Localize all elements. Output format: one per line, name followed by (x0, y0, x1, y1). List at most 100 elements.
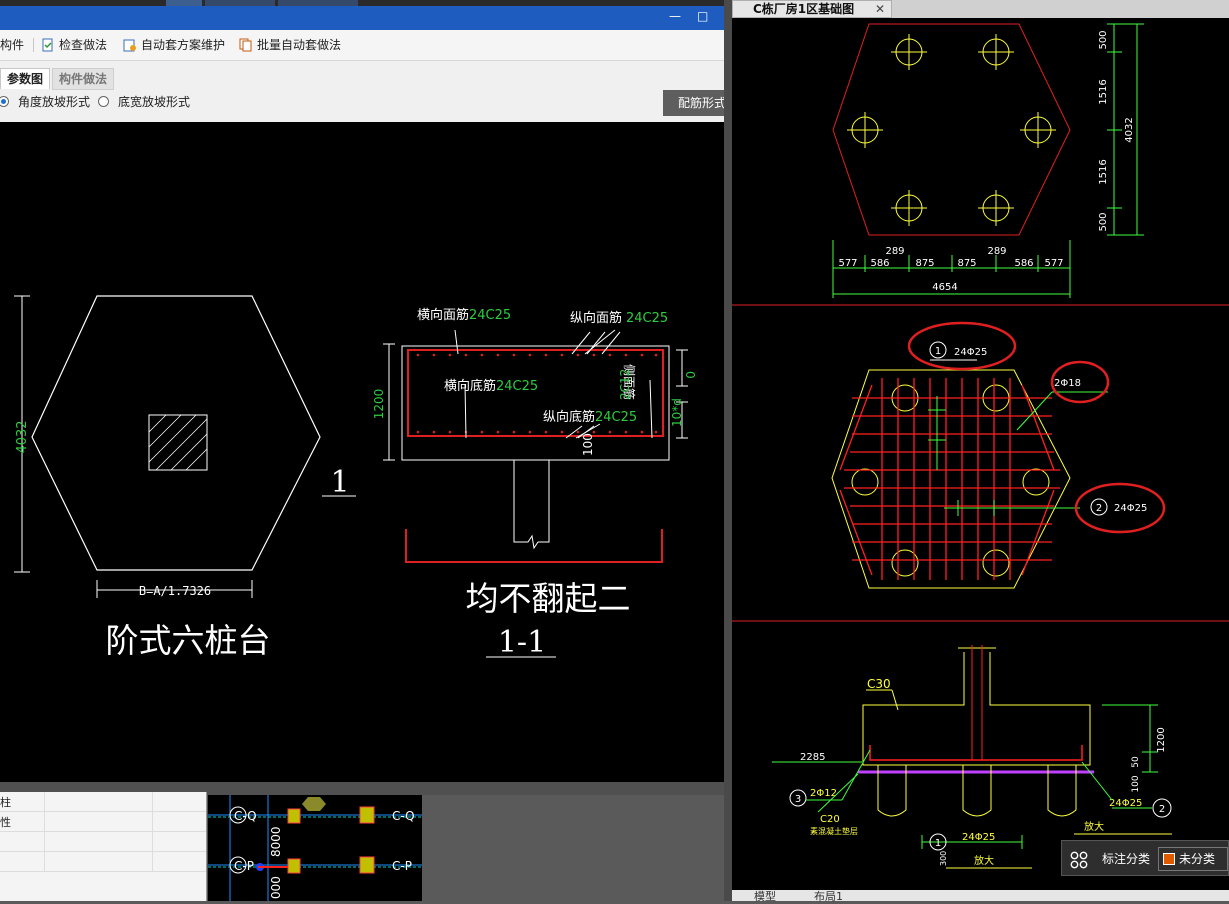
section-dim-height: 1200 (1156, 727, 1167, 752)
callout-ellipse (907, 321, 1017, 371)
check-method-label: 检查做法 (59, 38, 108, 52)
pile-symbols (847, 34, 1056, 226)
section-marker: 1 (330, 465, 349, 500)
tab-component-method[interactable]: 构件做法 (52, 68, 115, 90)
bottom-longitudinal-label: 纵向底筋24C25 (543, 409, 637, 425)
plan-dim-right: 1516 (1098, 159, 1109, 184)
axis-label: C-P (392, 859, 412, 873)
plan-dim-right: 500 (1098, 212, 1109, 231)
dialog-tabs: 参数图 构件做法 (0, 68, 724, 90)
minimize-icon[interactable]: — (669, 10, 681, 22)
auto-scheme-label: 自动套方案维护 (141, 38, 226, 52)
hexagon-cap-outline (31, 295, 321, 571)
callout-value: 24Φ25 (1109, 798, 1142, 809)
splitter[interactable] (724, 0, 732, 901)
annotation-category-select[interactable]: 未分类 (1158, 847, 1228, 871)
batch-auto-label: 批量自动套做法 (257, 38, 342, 52)
document-tab-title: C栋厂房1区基础图 (753, 2, 855, 16)
plan-dim-bottom: 586 (1014, 258, 1033, 269)
section-rebar (869, 745, 1083, 761)
annotation-label: 标注分类 (1102, 852, 1151, 866)
document-tab[interactable]: C栋厂房1区基础图 ✕ (732, 0, 892, 18)
width-slope-radio[interactable] (98, 96, 109, 107)
rebar-form-button[interactable]: 配筋形式 (663, 90, 724, 116)
figure-title: 阶式六桩台 (106, 621, 271, 660)
section-dim-100: 100 (1131, 775, 1141, 792)
check-method-button[interactable]: 检查做法 (41, 37, 107, 53)
pile-section (513, 460, 550, 550)
mini-cad-svg: C-Q C-Q C-P C-P 8000 000 (208, 795, 422, 901)
tab-layout1[interactable]: 布局1 (814, 888, 843, 904)
axis-label: C-Q (234, 809, 257, 823)
callout-value: 24Φ25 (962, 832, 995, 843)
tab-model[interactable]: 模型 (754, 888, 776, 904)
callout-value: 24Φ25 (954, 347, 987, 358)
callout-number: 2 (1159, 804, 1165, 815)
slope-options (0, 90, 724, 120)
maximize-icon[interactable]: □ (697, 10, 708, 22)
auto-scheme-button[interactable]: 自动套方案维护 (123, 37, 225, 53)
dialog-title-bar: — □ (0, 0, 724, 30)
callout-value: 24Φ25 (1114, 503, 1147, 514)
document-tab-bar (892, 0, 1229, 18)
top-transverse-label: 横向面筋24C25 (417, 307, 511, 323)
width-slope-label[interactable]: 底宽放坡形式 (118, 95, 190, 109)
batch-icon (239, 38, 252, 52)
callout-number: 3 (795, 794, 801, 805)
plan-dim-right: 500 (1098, 30, 1109, 49)
component-dialog: — □ 构件 检查做法 自动套方案维护 批量自动套做法 参数图 构件做法 角度放… (0, 0, 724, 782)
property-row[interactable] (0, 832, 206, 852)
close-icon[interactable]: ✕ (875, 2, 885, 17)
main-cad-viewport[interactable]: C-Q C-Q C-P C-P 8000 000 (208, 795, 422, 901)
detail-label: 放大 (974, 854, 994, 867)
side-rebar-value: 2Φ18 (1054, 378, 1081, 389)
property-row[interactable] (0, 852, 206, 872)
property-label: 性 (0, 816, 11, 829)
bedding-grade: C20 (820, 814, 840, 825)
plan-dim-bottom: 875 (957, 258, 976, 269)
main-app-right-area (422, 795, 724, 901)
dim-zero-text: 0 (683, 371, 697, 379)
dialog-toolbar: 构件 检查做法 自动套方案维护 批量自动套做法 (0, 30, 724, 61)
dim-100-text: 100 (581, 433, 595, 456)
property-row[interactable]: 性 (0, 812, 206, 832)
category-swatch (1163, 853, 1175, 865)
plan-dim-289: 289 (885, 246, 904, 257)
dim-width-text: B=A/1.7326 (139, 584, 211, 598)
foundation-drawing-svg: 500 1516 1516 500 4032 577 586 875 875 5… (732, 23, 1229, 869)
batch-auto-button[interactable]: 批量自动套做法 (239, 37, 341, 53)
plan-dim-total-height: 4032 (1124, 117, 1135, 142)
column-hatch (148, 414, 208, 471)
callout-number: 2 (1096, 503, 1102, 514)
param-figure-svg: 4032 B=A/1.7326 阶式六桩台 1 横向面筋24C25 纵向面筋 2… (14, 295, 697, 660)
property-row[interactable]: 柱 (0, 792, 206, 812)
concrete-grade: C30 (867, 677, 891, 691)
property-panel: 柱 性 (0, 792, 207, 901)
tab-param-figure[interactable]: 参数图 (0, 68, 51, 89)
section-title: 1-1 (498, 625, 546, 660)
grid-dim: 000 (269, 876, 283, 899)
dim-10d-text: 10*d (670, 398, 684, 427)
section-dim-50: 50 (1131, 756, 1141, 768)
toolbar-separator (33, 38, 34, 52)
no-bend-label: 均不翻起二 (466, 579, 631, 618)
drawing-viewer[interactable]: 500 1516 1516 500 4032 577 586 875 875 5… (732, 0, 1229, 901)
hex-cap-marker (302, 797, 326, 811)
ribbon-tab-ghost[interactable] (205, 0, 275, 6)
detail-label: 放大 (1084, 820, 1104, 833)
property-label: 柱 (0, 796, 11, 809)
ribbon-tab-ghost[interactable] (278, 0, 358, 6)
bottom-transverse-label: 横向底筋24C25 (444, 378, 538, 394)
component-button[interactable]: 构件 (0, 37, 24, 53)
callout-number: 1 (935, 838, 941, 849)
plan-dim-289: 289 (987, 246, 1006, 257)
scheme-icon (123, 39, 136, 52)
angle-slope-label[interactable]: 角度放坡形式 (18, 95, 90, 109)
side-rebar-value: 2C12 (618, 369, 632, 400)
top-longitudinal-label: 纵向面筋 24C25 (570, 310, 668, 326)
ribbon-tab-ghost[interactable] (166, 0, 202, 6)
grid-icon[interactable] (1070, 851, 1088, 869)
annotation-classifier: 标注分类 未分类 (1061, 840, 1229, 876)
plan-dim-right: 1516 (1098, 79, 1109, 104)
check-document-icon (42, 38, 53, 52)
